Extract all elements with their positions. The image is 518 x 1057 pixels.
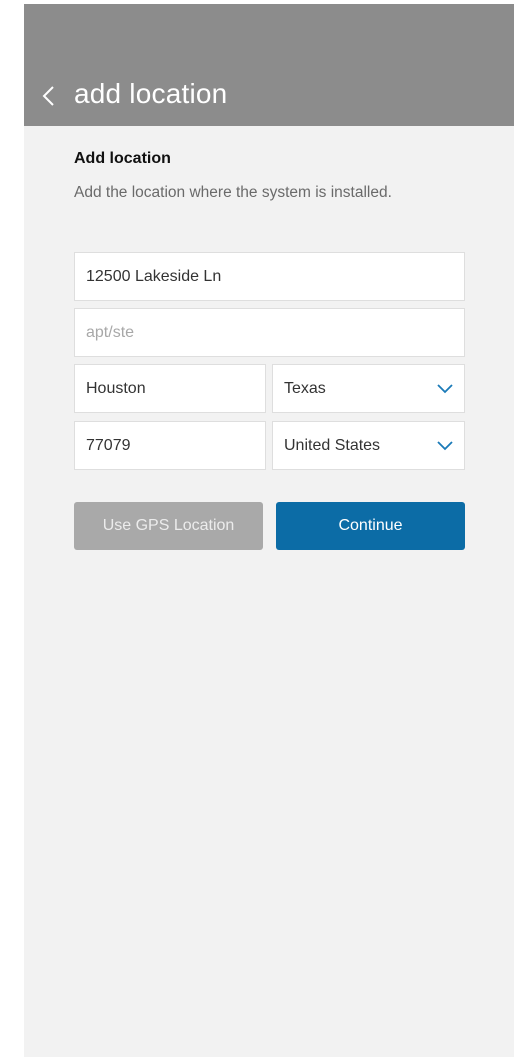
apt-ste-input[interactable]: apt/ste xyxy=(74,308,465,357)
state-select[interactable]: Texas xyxy=(272,364,465,413)
zip-value: 77079 xyxy=(86,436,131,454)
screen: add location Add location Add the locati… xyxy=(24,4,514,1057)
continue-button[interactable]: Continue xyxy=(276,502,465,550)
city-value: Houston xyxy=(86,379,146,397)
chevron-down-icon xyxy=(437,383,453,393)
section-description: Add the location where the system is ins… xyxy=(74,184,392,201)
app-header: add location xyxy=(24,4,514,126)
form-intro: Add location Add the location where the … xyxy=(74,150,465,202)
use-gps-location-button[interactable]: Use GPS Location xyxy=(74,502,263,550)
zip-input[interactable]: 77079 xyxy=(74,421,266,470)
city-input[interactable]: Houston xyxy=(74,364,266,413)
page-title: add location xyxy=(74,78,228,109)
chevron-down-icon xyxy=(437,440,453,450)
section-heading: Add location xyxy=(74,150,171,167)
country-select[interactable]: United States xyxy=(272,421,465,470)
state-value: Texas xyxy=(284,379,326,397)
apt-ste-placeholder: apt/ste xyxy=(86,323,135,341)
street-address-input[interactable]: 12500 Lakeside Ln xyxy=(74,252,465,301)
chevron-left-icon[interactable] xyxy=(38,83,60,109)
street-address-value: 12500 Lakeside Ln xyxy=(86,267,222,285)
country-value: United States xyxy=(284,436,381,454)
